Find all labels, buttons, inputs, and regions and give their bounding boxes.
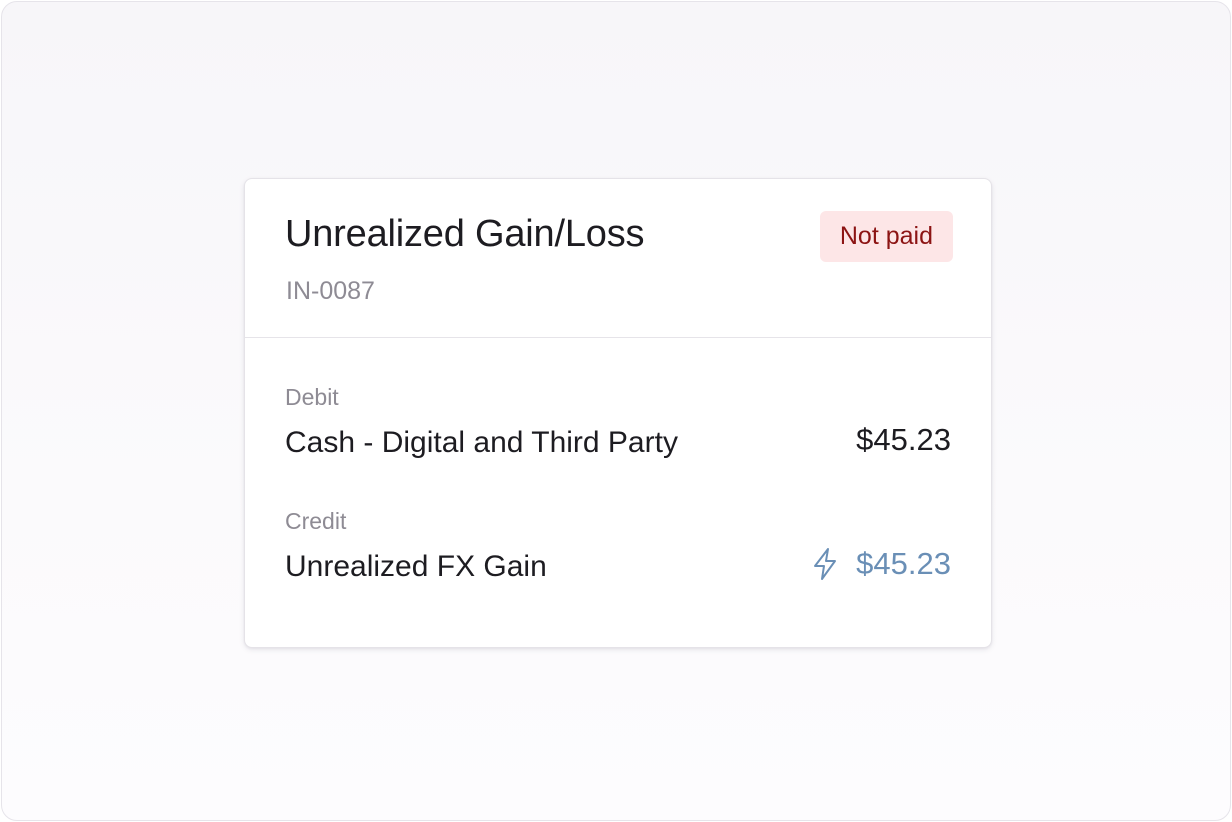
card-title: Unrealized Gain/Loss [285,213,645,255]
debit-label: Debit [285,384,339,410]
credit-account[interactable]: Unrealized FX Gain [285,550,547,584]
card-header: Unrealized Gain/Loss IN-0087 Not paid [245,179,991,338]
journal-entry-card[interactable]: Unrealized Gain/Loss IN-0087 Not paid De… [244,178,992,648]
status-badge: Not paid [819,211,953,262]
debit-account[interactable]: Cash - Digital and Third Party [285,426,678,460]
credit-amount-value: $45.23 [856,546,951,581]
reference-number: IN-0087 [286,277,375,305]
debit-entry[interactable]: Debit Cash - Digital and Third Party $45… [285,384,951,464]
credit-entry[interactable]: Credit Unrealized FX Gain $45.23 [285,508,951,588]
debit-amount: $45.23 [856,422,951,458]
lightning-bolt-icon[interactable] [812,547,838,581]
credit-label: Credit [285,508,347,534]
credit-amount: $45.23 [812,546,951,582]
debit-amount-value: $45.23 [856,422,951,457]
canvas-background: Unrealized Gain/Loss IN-0087 Not paid De… [1,1,1231,821]
